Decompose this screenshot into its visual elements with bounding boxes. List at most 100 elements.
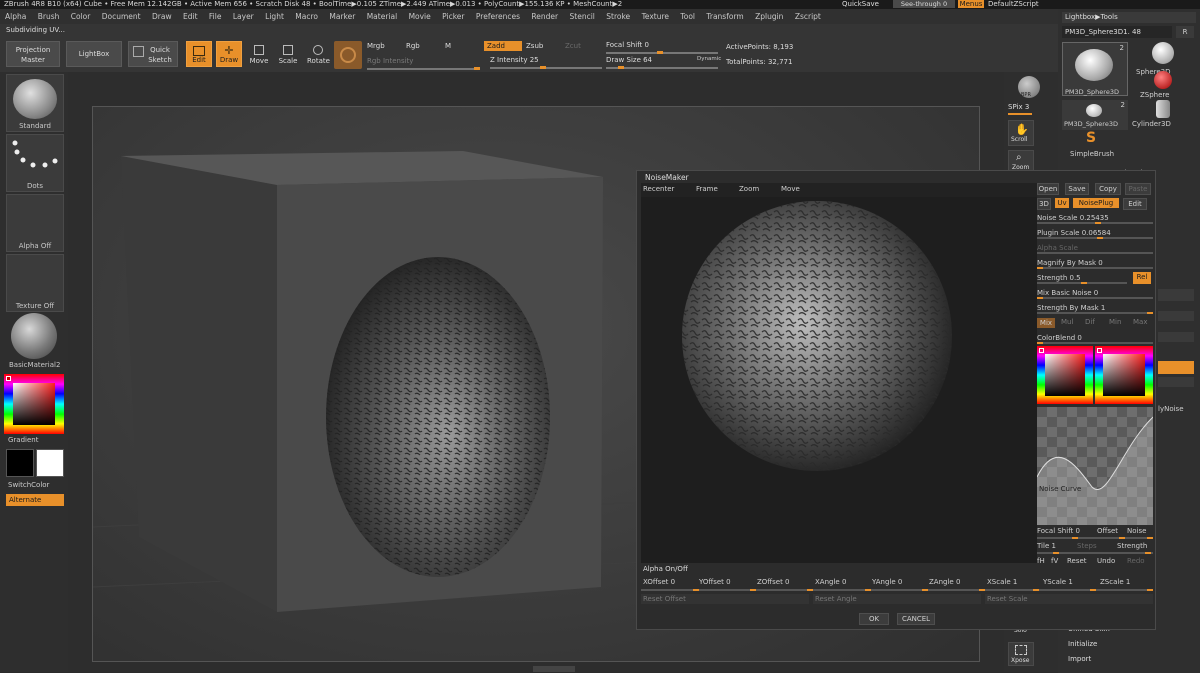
rgb-button[interactable]: Rgb (406, 42, 420, 50)
edit-noise-button[interactable]: Edit (1123, 198, 1147, 210)
import-button[interactable]: Import (1068, 655, 1091, 663)
subtool-slot-b[interactable] (1158, 311, 1194, 321)
quicksave-button[interactable]: QuickSave (842, 0, 879, 9)
material-swatch-button[interactable] (334, 41, 362, 69)
reset-angle-button[interactable]: Reset Angle (813, 594, 981, 604)
paste-button[interactable]: Paste (1125, 183, 1151, 195)
color-picker-a[interactable] (1037, 346, 1093, 404)
see-through-slider[interactable]: See-through 0 (893, 0, 955, 8)
color-field[interactable] (13, 383, 55, 425)
uv-button[interactable]: Uv (1055, 198, 1069, 208)
strength-slider[interactable]: Strength 0.5 (1037, 272, 1127, 284)
rgb-intensity-slider[interactable]: Rgb Intensity (367, 57, 413, 65)
menu-file[interactable]: File (209, 9, 222, 24)
tool-thumb-simplebrush[interactable]: S SimpleBrush (1062, 130, 1128, 160)
subtool-slot-c[interactable] (1158, 332, 1194, 342)
main-color-swatch[interactable] (6, 449, 34, 477)
curve-undo-button[interactable]: Undo (1097, 557, 1115, 565)
alpha-onoff-button[interactable]: Alpha On/Off (643, 565, 688, 573)
xpose-button[interactable]: Xpose (1008, 642, 1034, 666)
r-button[interactable]: R (1176, 26, 1194, 38)
color-picker-b[interactable] (1095, 346, 1153, 404)
flip-h-button[interactable]: fH (1037, 557, 1045, 565)
menu-macro[interactable]: Macro (295, 9, 318, 24)
m-button[interactable]: M (445, 42, 451, 50)
tool-thumb-zsphere[interactable]: ZSphere (1130, 71, 1196, 101)
menu-stencil[interactable]: Stencil (570, 9, 595, 24)
tool-thumb-pm3d-sphere-a[interactable]: 2 PM3D_Sphere3D (1062, 42, 1128, 96)
mix-basic-noise-slider[interactable]: Mix Basic Noise 0 (1037, 287, 1153, 299)
menu-zscript[interactable]: Zscript (795, 9, 821, 24)
zangle-slider[interactable]: ZAngle 0 (929, 578, 960, 588)
ok-button[interactable]: OK (859, 613, 889, 625)
menu-preferences[interactable]: Preferences (476, 9, 520, 24)
z-intensity-knob[interactable] (540, 66, 546, 69)
colorblend-slider[interactable]: ColorBlend 0 (1037, 332, 1153, 344)
menu-transform[interactable]: Transform (706, 9, 743, 24)
curve-focal-shift[interactable]: Focal Shift 0 (1037, 527, 1080, 535)
viewport-scroll-handle[interactable] (533, 666, 575, 672)
menu-zplugin[interactable]: Zplugin (755, 9, 783, 24)
focal-shift-knob[interactable] (657, 51, 663, 54)
flip-v-button[interactable]: fV (1051, 557, 1058, 565)
xscale-slider[interactable]: XScale 1 (987, 578, 1017, 588)
menus-button[interactable]: Menus (958, 0, 984, 8)
noise-scale-slider[interactable]: Noise Scale 0.25435 (1037, 212, 1153, 224)
blend-mix-button[interactable]: Mix (1037, 318, 1055, 328)
blend-min-button[interactable]: Min (1109, 318, 1121, 326)
z-intensity-slider[interactable]: Z Intensity 25 (490, 56, 539, 64)
color-picker[interactable] (4, 374, 64, 434)
yoffset-slider[interactable]: YOffset 0 (699, 578, 731, 588)
gradient-label[interactable]: Gradient (8, 436, 38, 444)
menu-picker[interactable]: Picker (442, 9, 464, 24)
focal-shift-slider[interactable]: Focal Shift 0 (606, 41, 649, 49)
open-button[interactable]: Open (1037, 183, 1059, 195)
menu-layer[interactable]: Layer (233, 9, 254, 24)
zcut-button[interactable]: Zcut (565, 42, 581, 50)
zadd-button[interactable]: Zadd (484, 41, 522, 51)
rgb-intensity-knob[interactable] (474, 67, 480, 70)
curve-tile[interactable]: Tile 1 (1037, 542, 1056, 550)
menu-stroke[interactable]: Stroke (606, 9, 630, 24)
dynamic-toggle[interactable]: Dynamic (697, 56, 721, 62)
menu-light[interactable]: Light (265, 9, 284, 24)
rel-button[interactable]: Rel (1133, 272, 1151, 284)
yangle-slider[interactable]: YAngle 0 (872, 578, 902, 588)
noise-curve-editor[interactable]: Noise Curve (1037, 407, 1153, 525)
menu-material[interactable]: Material (367, 9, 397, 24)
menu-edit[interactable]: Edit (183, 9, 198, 24)
menu-color[interactable]: Color (71, 9, 91, 24)
zsub-button[interactable]: Zsub (526, 42, 543, 50)
menu-texture[interactable]: Texture (642, 9, 669, 24)
3d-button[interactable]: 3D (1037, 198, 1051, 210)
strength-by-mask-slider[interactable]: Strength By Mask 1 (1037, 302, 1153, 314)
copy-button[interactable]: Copy (1095, 183, 1121, 195)
secondary-color-swatch[interactable] (36, 449, 64, 477)
xoffset-slider[interactable]: XOffset 0 (643, 578, 675, 588)
zoom-nav-button[interactable]: Zoom (739, 185, 759, 193)
reset-scale-button[interactable]: Reset Scale (985, 594, 1153, 604)
mrgb-button[interactable]: Mrgb (367, 42, 385, 50)
blend-max-button[interactable]: Max (1133, 318, 1147, 326)
cancel-button[interactable]: CANCEL (897, 613, 935, 625)
lightbox-button[interactable]: LightBox (66, 41, 122, 67)
save-button[interactable]: Save (1065, 183, 1089, 195)
draw-size-knob[interactable] (618, 66, 624, 69)
reset-offset-button[interactable]: Reset Offset (641, 594, 809, 604)
noiseplug-button[interactable]: NoisePlug (1073, 198, 1119, 208)
yscale-slider[interactable]: YScale 1 (1043, 578, 1073, 588)
blend-mul-button[interactable]: Mul (1061, 318, 1073, 326)
curve-strength[interactable]: Strength (1117, 542, 1147, 550)
menu-document[interactable]: Document (102, 9, 141, 24)
switchcolor-button[interactable]: SwitchColor (8, 481, 49, 489)
blend-dif-button[interactable]: Dif (1085, 318, 1095, 326)
curve-offset[interactable]: Offset (1097, 527, 1118, 535)
curve-steps[interactable]: Steps (1077, 542, 1097, 550)
menu-alpha[interactable]: Alpha (5, 9, 26, 24)
noise-preview[interactable] (641, 197, 1037, 563)
curve-redo-button[interactable]: Redo (1127, 557, 1145, 565)
tool-thumb-pm3d-sphere-b[interactable]: 2 PM3D_Sphere3D (1062, 100, 1128, 130)
draw-size-slider[interactable]: Draw Size 64 (606, 56, 652, 64)
scroll-button[interactable]: ✋ Scroll (1008, 120, 1034, 146)
current-tool-field[interactable]: PM3D_Sphere3D1. 48 (1062, 26, 1172, 38)
